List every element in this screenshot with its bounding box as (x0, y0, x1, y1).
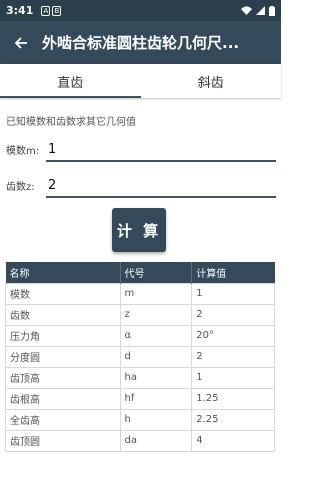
table-row: 模数 m 1 (5, 282, 275, 305)
module-label: 模数m: (6, 146, 40, 157)
module-field: 模数m: (6, 140, 276, 162)
cell-value: 2.25 (191, 408, 275, 431)
arrow-left-icon (14, 36, 27, 49)
tab-helical-gear[interactable]: 斜齿 (141, 64, 282, 98)
cell-symbol: hf (119, 387, 193, 410)
table-row: 分度圆 d 2 (5, 345, 275, 368)
cell-symbol: da (119, 429, 193, 452)
cell-symbol: z (119, 303, 193, 326)
signal-icon (256, 6, 265, 15)
cell-symbol: α (119, 324, 193, 347)
cell-name: 模数 (5, 282, 121, 305)
cell-value: 1.25 (191, 387, 275, 410)
cell-symbol: d (119, 345, 193, 368)
app-bar: 外啮合标准圆柱齿轮几何尺... (0, 21, 281, 64)
cell-name: 齿根高 (5, 387, 121, 410)
status-time: 3:41 (6, 4, 34, 17)
table-row: 齿数 z 2 (5, 303, 275, 326)
cell-symbol: h (119, 408, 193, 431)
teeth-field: 齿数z: (6, 176, 276, 198)
status-right-icons (241, 5, 275, 16)
table-row: 齿顶圆 da 4 (5, 429, 275, 452)
teeth-input[interactable] (46, 176, 276, 198)
table-row: 齿根高 hf 1.25 (5, 387, 275, 410)
cell-name: 齿顶高 (5, 366, 121, 389)
cell-symbol: ha (119, 366, 193, 389)
teeth-label: 齿数z: (6, 182, 35, 193)
cell-value: 2 (191, 303, 275, 326)
module-input[interactable] (46, 140, 276, 162)
cell-name: 分度圆 (5, 345, 121, 368)
cell-value: 4 (191, 429, 275, 452)
results-table: 名称 代号 计算值 模数 m 1 齿数 z 2 压力角 α 20° 分度圆 d … (5, 262, 275, 452)
table-header-row: 名称 代号 计算值 (5, 262, 275, 283)
header-symbol: 代号 (119, 262, 192, 283)
tab-spur-gear[interactable]: 直齿 (0, 64, 141, 98)
instruction-text: 已知模数和齿数求其它几何值 (6, 117, 136, 128)
cell-name: 齿顶圆 (5, 429, 121, 452)
tab-bar: 直齿 斜齿 (0, 64, 281, 98)
cell-name: 压力角 (5, 324, 121, 347)
cell-value: 2 (191, 345, 275, 368)
header-value: 计算值 (191, 262, 275, 283)
notification-icon-a: A (41, 5, 51, 16)
notification-icon-b: B (52, 5, 62, 16)
cell-value: 20° (191, 324, 275, 347)
calculate-button[interactable]: 计 算 (112, 208, 166, 252)
battery-icon (269, 5, 275, 16)
back-button[interactable] (0, 21, 42, 64)
cell-value: 1 (191, 282, 275, 305)
status-bar: 3:41 A B (0, 0, 281, 21)
wifi-icon (241, 6, 252, 15)
header-name: 名称 (5, 262, 121, 283)
page-title: 外啮合标准圆柱齿轮几何尺... (42, 34, 240, 52)
cell-value: 1 (191, 366, 275, 389)
table-row: 压力角 α 20° (5, 324, 275, 347)
cell-name: 齿数 (5, 303, 121, 326)
cell-name: 全齿高 (5, 408, 121, 431)
table-row: 齿顶高 ha 1 (5, 366, 275, 389)
table-row: 全齿高 h 2.25 (5, 408, 275, 431)
cell-symbol: m (119, 282, 193, 305)
